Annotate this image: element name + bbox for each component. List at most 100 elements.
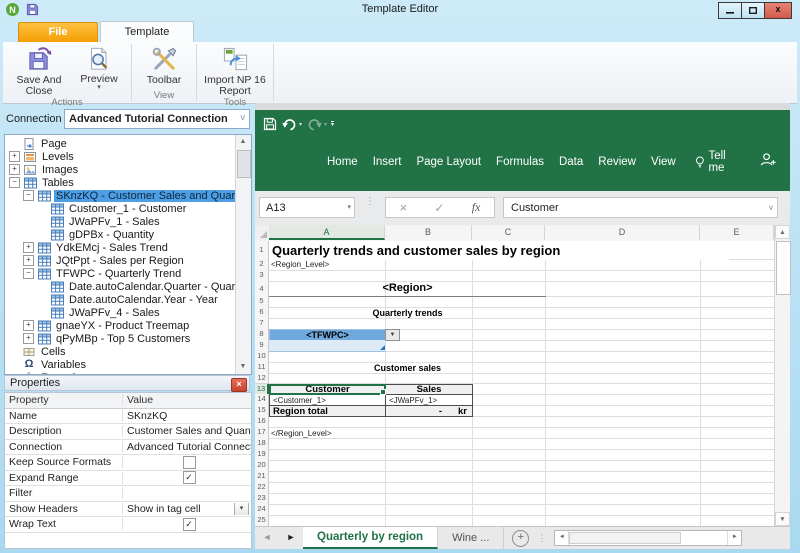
row-header-4[interactable]: 4: [255, 280, 269, 297]
row-header-1[interactable]: 1: [255, 241, 269, 260]
tab-bar-grip[interactable]: ⋮: [537, 533, 546, 542]
name-box-caret-icon[interactable]: ▾: [347, 198, 351, 218]
checkbox-unchecked-icon[interactable]: [182, 455, 196, 469]
tree-item[interactable]: gDPBx - Quantity: [5, 228, 236, 241]
tree-item[interactable]: JWaPFv_4 - Sales: [5, 306, 236, 319]
column-header-D[interactable]: D: [545, 225, 700, 240]
column-header-C[interactable]: C: [472, 225, 545, 240]
menu-formulas[interactable]: Formulas: [496, 156, 544, 168]
formula-bar-grip[interactable]: ⋮: [365, 197, 375, 207]
scroll-down-icon[interactable]: ▼: [236, 360, 250, 374]
select-all-corner[interactable]: [255, 225, 270, 240]
tree-item[interactable]: Customer_1 - Customer: [5, 202, 236, 215]
cell-content-A4[interactable]: <Region>: [269, 281, 546, 297]
tree-item[interactable]: + YdkEMcj - Sales Trend: [5, 241, 236, 254]
expander-plus-icon[interactable]: +: [9, 151, 20, 162]
cell-content-A2[interactable]: <Region_Level>: [269, 259, 386, 271]
menu-view[interactable]: View: [651, 156, 676, 168]
column-header-E[interactable]: E: [700, 225, 774, 240]
tree-item[interactable]: Page: [5, 137, 236, 150]
tree-item[interactable]: + Images: [5, 163, 236, 176]
scroll-down-icon[interactable]: ▼: [775, 512, 790, 526]
cell-content-A15[interactable]: Region total: [269, 405, 386, 418]
tree-item[interactable]: Date.autoCalendar.Quarter - Quarter: [5, 280, 236, 293]
tree-item[interactable]: JWaPFv_1 - Sales: [5, 215, 236, 228]
scroll-right-icon[interactable]: ►: [727, 531, 741, 545]
cell-content-A1[interactable]: Quarterly trends and customer sales by r…: [269, 241, 729, 260]
tree-item[interactable]: Ω Variables: [5, 358, 236, 371]
tab-template[interactable]: Template: [100, 21, 194, 43]
expander-minus-icon[interactable]: −: [23, 268, 34, 279]
property-value[interactable]: Customer Sales and Quantity: [123, 425, 251, 437]
menu-home[interactable]: Home: [327, 156, 358, 168]
formula-input[interactable]: Customer v: [503, 197, 778, 218]
properties-close-icon[interactable]: ×: [231, 377, 247, 392]
tree-item[interactable]: fxFormulas: [5, 371, 236, 375]
sheet-tab-quarterly-by-region[interactable]: Quarterly by region: [303, 527, 439, 549]
checkbox-checked-icon[interactable]: ✓: [182, 471, 196, 485]
column-header-B[interactable]: B: [385, 225, 472, 240]
tree-item[interactable]: − SKnzKQ - Customer Sales and Quantity: [5, 189, 236, 202]
tree-item[interactable]: + Levels: [5, 150, 236, 163]
tell-me[interactable]: Tell me: [695, 150, 744, 174]
scroll-up-icon[interactable]: ▲: [775, 225, 790, 239]
cancel-entry-icon[interactable]: ×: [400, 200, 408, 215]
cell-E4[interactable]: [700, 281, 774, 297]
preview-button[interactable]: Preview ▾: [71, 43, 127, 97]
menu-data[interactable]: Data: [559, 156, 583, 168]
cell-C25[interactable]: [472, 514, 546, 526]
cell-content-A6[interactable]: Quarterly trends: [269, 307, 546, 319]
column-header-A[interactable]: A: [269, 225, 385, 240]
scrollbar-thumb[interactable]: [569, 532, 682, 544]
dropdown-caret-icon[interactable]: ▾: [234, 502, 249, 515]
expander-plus-icon[interactable]: +: [23, 333, 34, 344]
cell-A25[interactable]: [269, 514, 386, 526]
expander-plus-icon[interactable]: +: [9, 164, 20, 175]
grid-vertical-scrollbar[interactable]: ▲ ▼: [774, 225, 791, 526]
tree-item[interactable]: + gnaeYX - Product Treemap: [5, 319, 236, 332]
cell-D25[interactable]: [545, 514, 701, 526]
cell-B25[interactable]: [385, 514, 473, 526]
tree-item[interactable]: Date.autoCalendar.Year - Year: [5, 293, 236, 306]
expander-minus-icon[interactable]: −: [9, 177, 20, 188]
scrollbar-thumb[interactable]: [237, 150, 251, 178]
cell-E25[interactable]: [700, 515, 774, 526]
sheet-nav-right-icon[interactable]: ►: [279, 527, 303, 549]
expander-plus-icon[interactable]: +: [23, 242, 34, 253]
scroll-left-icon[interactable]: ◄: [555, 531, 570, 545]
customize-qat-icon[interactable]: ▾: [331, 120, 335, 128]
name-box[interactable]: A13 ▾: [259, 197, 355, 218]
connection-combobox[interactable]: Advanced Tutorial Connection v: [64, 109, 250, 129]
undo-icon[interactable]: ▾: [281, 118, 302, 131]
expander-plus-icon[interactable]: +: [23, 255, 34, 266]
expander-minus-icon[interactable]: −: [23, 190, 34, 201]
confirm-entry-icon[interactable]: ✓: [434, 201, 444, 215]
save-icon[interactable]: [263, 117, 277, 131]
tag-dropdown-icon[interactable]: ▼: [385, 328, 400, 341]
cell-content-A13[interactable]: Customer: [269, 383, 386, 396]
close-button[interactable]: x: [764, 2, 792, 19]
property-value[interactable]: SKnzKQ: [123, 410, 251, 422]
tree-item[interactable]: − TFWPC - Quarterly Trend: [5, 267, 236, 280]
property-value[interactable]: Advanced Tutorial Connection: [123, 441, 251, 453]
scrollbar-thumb[interactable]: [776, 241, 791, 295]
row-header-25[interactable]: 25: [255, 514, 269, 526]
scroll-up-icon[interactable]: ▲: [236, 135, 250, 149]
redo-icon[interactable]: ▾: [306, 118, 327, 131]
menu-insert[interactable]: Insert: [373, 156, 402, 168]
cell-content-A17[interactable]: </Region_Level>: [269, 427, 386, 439]
preview-dropdown-caret-icon[interactable]: ▾: [97, 84, 101, 91]
tree-item[interactable]: + JQtPpt - Sales per Region: [5, 254, 236, 267]
tree-scrollbar[interactable]: ▲ ▼: [235, 135, 251, 374]
toolbar-button[interactable]: Toolbar: [136, 43, 192, 90]
tree-item[interactable]: + qPyMBp - Top 5 Customers: [5, 332, 236, 345]
cell-content-A11[interactable]: Customer sales: [269, 362, 546, 374]
sign-in-person-icon[interactable]: [759, 152, 776, 172]
sheet-nav-left-icon[interactable]: ◄: [255, 527, 279, 549]
tree-item[interactable]: − Tables: [5, 176, 236, 189]
cell-content-A9[interactable]: [269, 339, 386, 352]
insert-function-icon[interactable]: fx: [472, 200, 481, 215]
sheet-tab-wine[interactable]: Wine ...: [438, 527, 505, 549]
minimize-button[interactable]: [718, 2, 742, 19]
cell-D4[interactable]: [545, 280, 701, 297]
